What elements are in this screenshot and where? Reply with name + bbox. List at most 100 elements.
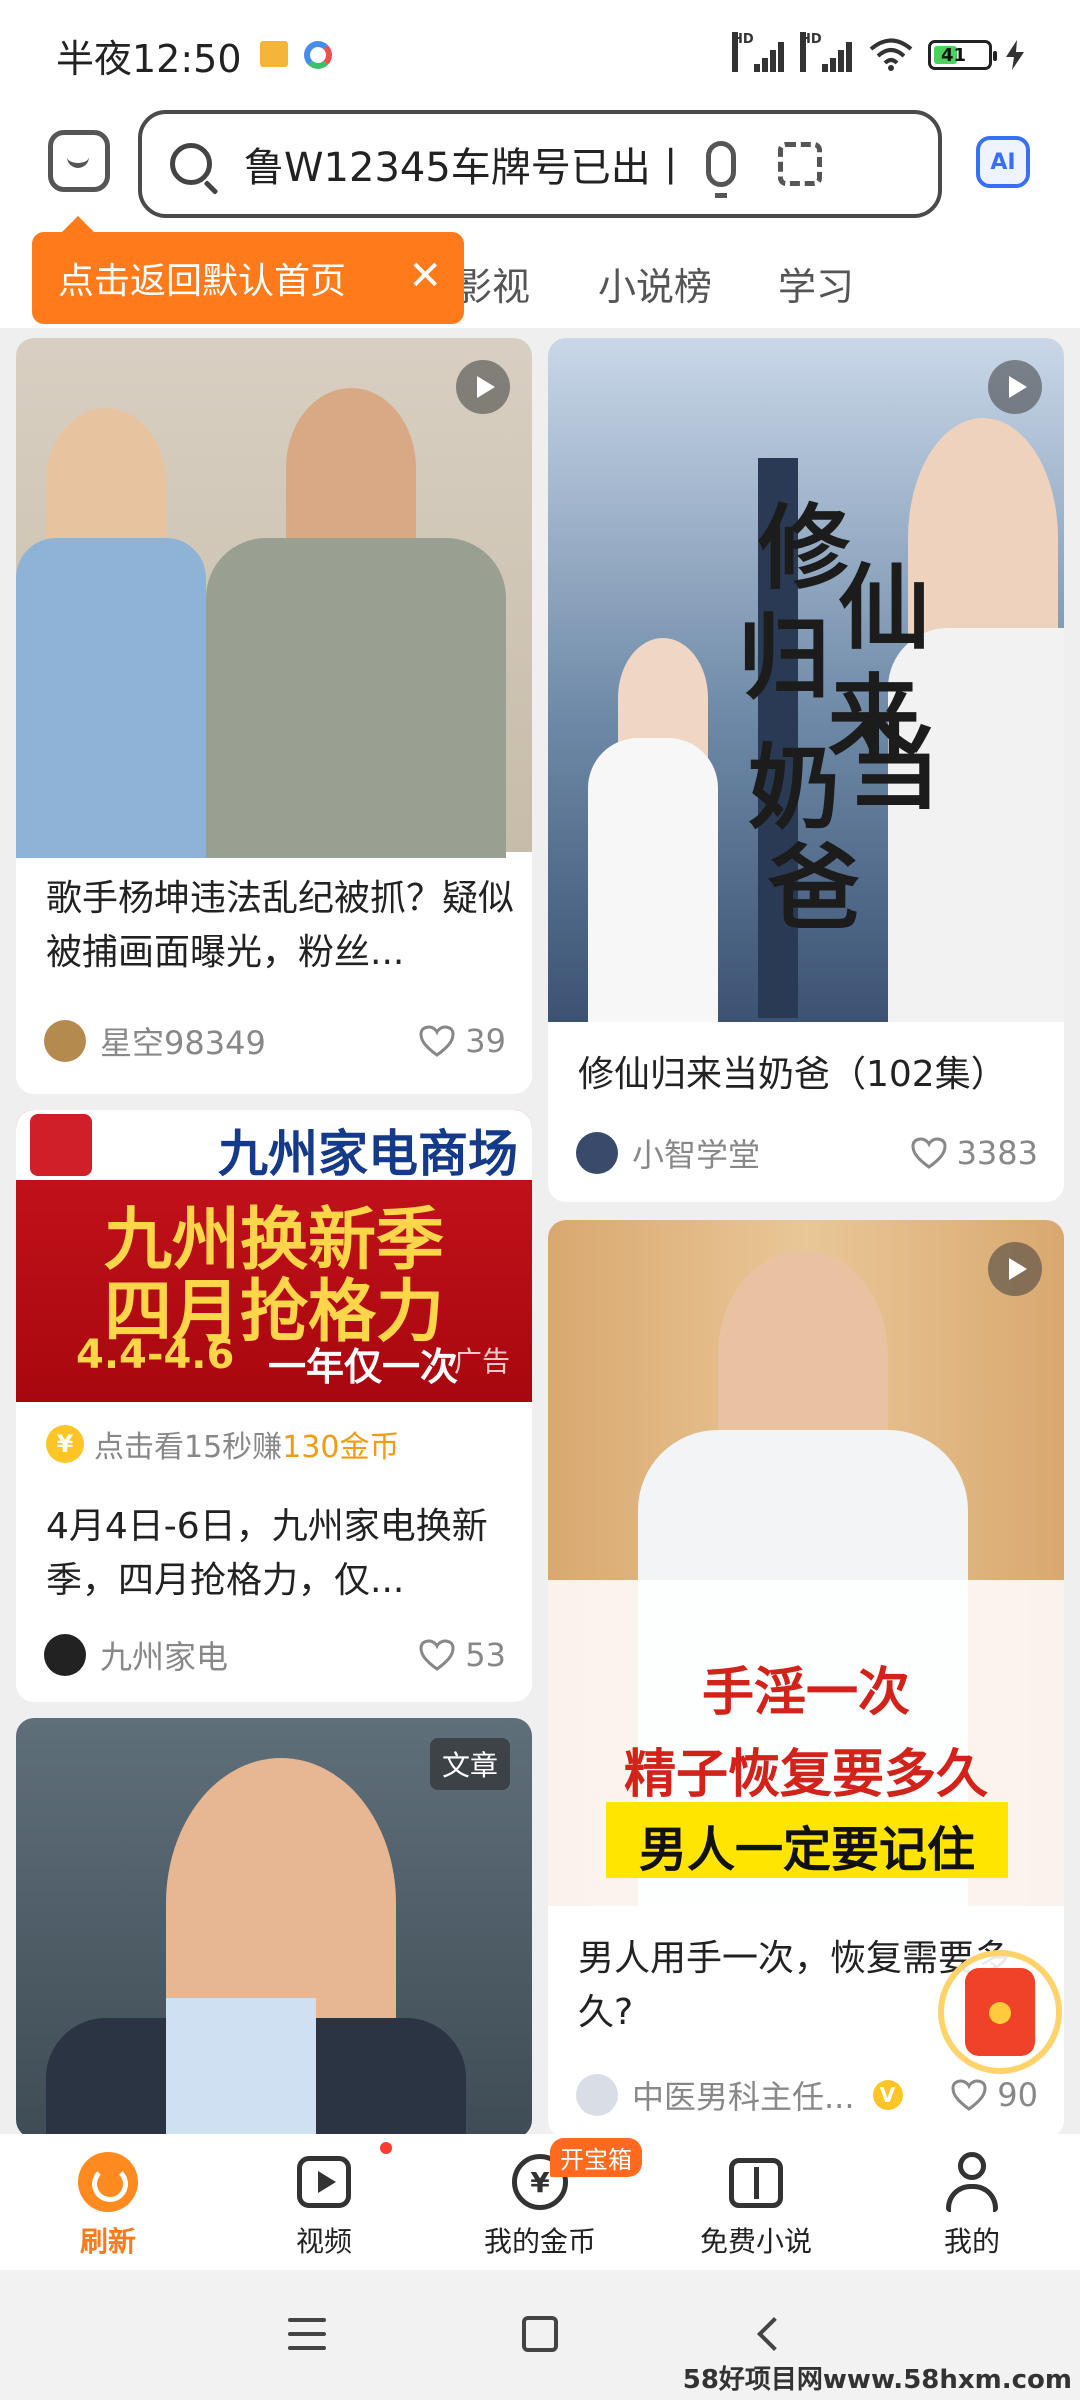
avatar[interactable] (576, 1132, 618, 1174)
microphone-icon[interactable] (706, 141, 736, 198)
overlay-line-2: 精子恢复要多久 (623, 1745, 988, 1805)
bottom-nav: 刷新 视频 ¥ 开宝箱 我的金币 免费小说 我的 (0, 2134, 1080, 2270)
like-count: 39 (465, 1022, 506, 1060)
poster-text: 归 (738, 604, 831, 712)
like-button[interactable]: 39 (419, 1022, 506, 1060)
nav-label: 免费小说 (699, 2225, 812, 2258)
notification-icon (259, 41, 288, 67)
coin-reward-amount: 130金币 (282, 1430, 400, 1465)
like-button[interactable]: 53 (419, 1636, 506, 1674)
coin-reward-text: 点击看15秒赚 (94, 1430, 283, 1465)
menu-icon[interactable] (288, 2318, 326, 2350)
heart-icon (419, 1025, 455, 1057)
ad-date: 4.4-4.6 (76, 1332, 235, 1378)
back-icon[interactable] (757, 2317, 791, 2351)
play-icon[interactable] (456, 360, 510, 414)
card-title[interactable]: 修仙归来当奶爸（102集） (578, 1048, 1048, 1102)
search-icon (170, 143, 212, 185)
poster-text: 当 (848, 714, 941, 822)
avatar[interactable] (576, 2074, 618, 2116)
search-box[interactable]: 鲁W12345车牌号已出丨 (138, 110, 942, 218)
avatar[interactable] (44, 1020, 86, 1062)
refresh-icon (78, 2152, 138, 2212)
heart-icon (419, 1639, 455, 1671)
wifi-icon (869, 38, 913, 71)
video-icon (297, 2156, 351, 2208)
search-input[interactable]: 鲁W12345车牌号已出丨 (244, 135, 684, 193)
feed-card-ad[interactable]: 九州家电商场 九州换新季 四月抢格力 4.4-4.6 一年仅一次 广告 ¥ 点击… (16, 1110, 532, 1702)
poster-text: 奶 (748, 734, 841, 842)
author-name[interactable]: 中医男科主任... (632, 2072, 855, 2118)
author-name[interactable]: 九州家电 (100, 1632, 228, 1678)
user-icon (942, 2152, 1002, 2212)
nav-label: 视频 (295, 2225, 352, 2258)
brand-logo-icon (30, 1114, 92, 1176)
overlay-line-1: 手淫一次 (701, 1663, 910, 1723)
status-right: HD HD 41 (732, 32, 1024, 72)
nav-coins[interactable]: ¥ 开宝箱 我的金币 (432, 2134, 648, 2270)
avatar[interactable] (44, 1634, 86, 1676)
coin-reward-row[interactable]: ¥ 点击看15秒赚 130金币 (46, 1422, 399, 1466)
news-thumbnail (16, 338, 532, 858)
feed-card-article[interactable]: 文章 (16, 1718, 532, 2138)
home-icon[interactable] (522, 2316, 558, 2352)
like-count: 3383 (956, 1134, 1038, 1172)
like-button[interactable]: 3383 (911, 1134, 1038, 1172)
tab-study[interactable]: 学习 (778, 256, 854, 311)
nav-me[interactable]: 我的 (864, 2134, 1080, 2270)
heart-icon (951, 2079, 987, 2111)
overlay-line-3: 男人一定要记住 (638, 1822, 975, 1878)
card-meta: 星空98349 39 (44, 1018, 506, 1064)
status-bar: 半夜12:50 HD HD 41 (0, 0, 1080, 110)
ai-assistant-button[interactable]: AI (976, 136, 1030, 188)
notification-dot (380, 2142, 392, 2154)
poster-text: 修 (758, 494, 851, 602)
tooltip-text: 点击返回默认首页 (58, 261, 347, 302)
like-count: 53 (465, 1636, 506, 1674)
red-envelope-button[interactable] (938, 1950, 1062, 2074)
status-notification-icons (259, 41, 332, 69)
heart-icon (911, 1137, 947, 1169)
play-icon[interactable] (988, 360, 1042, 414)
author-name[interactable]: 星空98349 (100, 1018, 266, 1064)
nav-refresh[interactable]: 刷新 (0, 2134, 216, 2270)
verified-icon: V (872, 2080, 903, 2110)
author-name[interactable]: 小智学堂 (632, 1130, 760, 1176)
home-face-icon[interactable] (48, 130, 110, 192)
article-badge: 文章 (429, 1738, 510, 1790)
play-icon[interactable] (988, 1242, 1042, 1296)
like-count: 90 (997, 2076, 1038, 2114)
tab-movies[interactable]: 影视 (454, 256, 530, 311)
coin-icon: ¥ (46, 1425, 84, 1463)
poster-text: 爸 (768, 834, 861, 942)
nav-video[interactable]: 视频 (216, 2134, 432, 2270)
nav-novels[interactable]: 免费小说 (648, 2134, 864, 2270)
close-icon[interactable]: ✕ (408, 256, 442, 296)
red-envelope-icon (965, 1968, 1035, 2056)
charging-icon (1006, 40, 1024, 70)
card-title[interactable]: 4月4日-6日，九州家电换新季，四月抢格力，仅... (46, 1500, 516, 1608)
system-nav-bar: 58好项目网www.58hxm.com (0, 2270, 1080, 2400)
feed-card-news[interactable]: 歌手杨坤违法乱纪被抓？疑似被捕画面曝光，粉丝... 星空98349 39 (16, 338, 532, 1094)
card-meta: 中医男科主任... V 90 (576, 2072, 1038, 2118)
treasure-badge[interactable]: 开宝箱 (550, 2138, 642, 2177)
header: 鲁W12345车牌号已出丨 AI 影视 小说榜 学习 点击返回默认首页 ✕ (0, 110, 1080, 328)
card-meta: 九州家电 53 (44, 1632, 506, 1678)
card-title[interactable]: 歌手杨坤违法乱纪被抓？疑似被捕画面曝光，粉丝... (46, 872, 516, 980)
tab-novel-rank[interactable]: 小说榜 (598, 256, 712, 311)
signal-icon: HD (800, 32, 854, 72)
ad-slogan: 一年仅一次 (268, 1345, 459, 1389)
return-home-tooltip[interactable]: 点击返回默认首页 ✕ (32, 216, 464, 324)
battery-level: 41 (941, 44, 967, 66)
nav-label: 刷新 (79, 2225, 136, 2258)
drama-poster: 修 仙 归 来 奶 当 爸 (548, 338, 1064, 1022)
scan-icon[interactable] (778, 142, 822, 186)
like-button[interactable]: 90 (951, 2076, 1038, 2114)
battery-icon: 41 (928, 40, 997, 70)
nav-label: 我的金币 (483, 2225, 596, 2258)
watermark: 58好项目网www.58hxm.com (682, 2365, 1072, 2395)
ad-banner: 九州家电商场 九州换新季 四月抢格力 4.4-4.6 一年仅一次 广告 (16, 1110, 532, 1402)
status-time: 半夜12:50 (56, 36, 242, 81)
nav-label: 我的 (943, 2225, 1000, 2258)
feed-card-drama[interactable]: 修 仙 归 来 奶 当 爸 修仙归来当奶爸（102集） 小智学堂 3383 (548, 338, 1064, 1202)
